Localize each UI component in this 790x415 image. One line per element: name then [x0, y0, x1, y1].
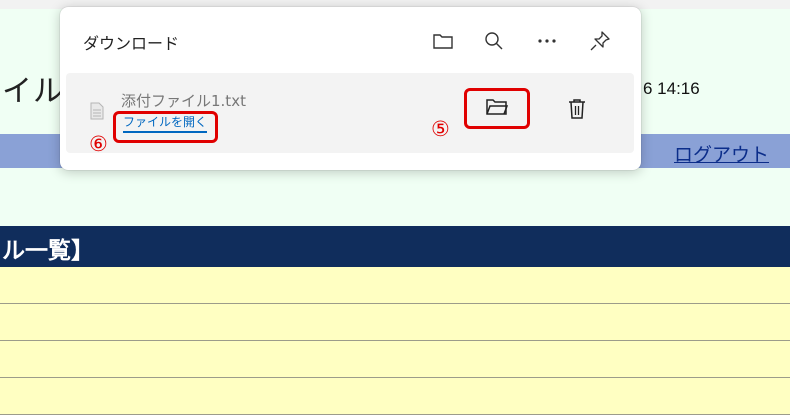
open-file-highlight — [113, 111, 218, 143]
section-title: ル一覧】 — [2, 238, 94, 264]
more-icon[interactable] — [533, 27, 561, 55]
table-row — [0, 341, 790, 378]
callout-six: ⑥ — [89, 132, 108, 156]
page-title: イル — [2, 74, 64, 109]
page-spacer — [0, 168, 790, 226]
folder-icon[interactable] — [429, 27, 457, 55]
text-file-icon — [90, 102, 104, 124]
file-name: 添付ファイル1.txt — [121, 92, 246, 110]
pin-icon[interactable] — [586, 27, 614, 55]
search-icon[interactable] — [480, 27, 508, 55]
datetime-text: 6 14:16 — [643, 79, 700, 98]
open-folder-button[interactable] — [464, 88, 530, 129]
open-folder-icon — [485, 97, 509, 121]
delete-button[interactable] — [560, 94, 594, 128]
table-row — [0, 304, 790, 341]
downloads-title: ダウンロード — [83, 34, 180, 53]
callout-five: ⑤ — [431, 117, 450, 141]
logout-link[interactable]: ログアウト — [674, 140, 769, 167]
table-row — [0, 378, 790, 415]
trash-icon — [567, 98, 587, 124]
downloads-panel: ダウンロード 添付ファイル1.txt ファイルを開く — [60, 7, 641, 170]
section-header — [0, 226, 790, 267]
table-row — [0, 267, 790, 304]
